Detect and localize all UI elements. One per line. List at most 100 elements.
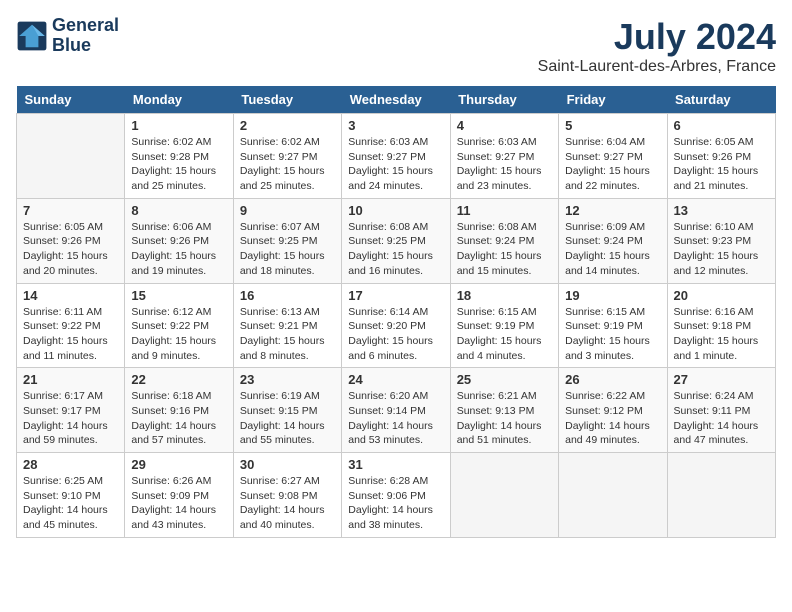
cell-content: Sunrise: 6:28 AM Sunset: 9:06 PM Dayligh… (348, 474, 443, 533)
calendar-table: SundayMondayTuesdayWednesdayThursdayFrid… (16, 86, 776, 538)
day-number: 8 (131, 203, 226, 218)
day-number: 27 (674, 372, 769, 387)
cell-content: Sunrise: 6:26 AM Sunset: 9:09 PM Dayligh… (131, 474, 226, 533)
calendar-cell (17, 114, 125, 199)
day-number: 18 (457, 288, 552, 303)
cell-content: Sunrise: 6:15 AM Sunset: 9:19 PM Dayligh… (565, 305, 660, 364)
calendar-week-row: 1Sunrise: 6:02 AM Sunset: 9:28 PM Daylig… (17, 114, 776, 199)
day-number: 3 (348, 118, 443, 133)
calendar-week-row: 28 Sunrise: 6:25 AM Sunset: 9:10 PM Dayli… (17, 453, 776, 538)
day-number: 23 (240, 372, 335, 387)
day-number: 26 (565, 372, 660, 387)
cell-content: Sunrise: 6:24 AM Sunset: 9:11 PM Dayligh… (674, 389, 769, 448)
subtitle: Saint-Laurent-des-Arbres, France (538, 58, 776, 76)
calendar-cell: 1Sunrise: 6:02 AM Sunset: 9:28 PM Daylig… (125, 114, 233, 199)
day-number: 10 (348, 203, 443, 218)
calendar-cell (667, 453, 775, 538)
calendar-cell: 22 Sunrise: 6:18 AM Sunset: 9:16 PM Dayli… (125, 368, 233, 453)
logo: General Blue (16, 16, 119, 56)
day-number: 7 (23, 203, 118, 218)
cell-content: Sunrise: 6:02 AM Sunset: 9:28 PM Dayligh… (131, 135, 226, 194)
cell-content: Sunrise: 6:05 AM Sunset: 9:26 PM Dayligh… (23, 220, 118, 279)
day-number: 12 (565, 203, 660, 218)
cell-content: Sunrise: 6:18 AM Sunset: 9:16 PM Dayligh… (131, 389, 226, 448)
day-number: 21 (23, 372, 118, 387)
cell-content: Sunrise: 6:17 AM Sunset: 9:17 PM Dayligh… (23, 389, 118, 448)
cell-content: Sunrise: 6:21 AM Sunset: 9:13 PM Dayligh… (457, 389, 552, 448)
calendar-cell: 26 Sunrise: 6:22 AM Sunset: 9:12 PM Dayli… (559, 368, 667, 453)
page-header: General Blue July 2024 Saint-Laurent-des… (16, 16, 776, 76)
cell-content: Sunrise: 6:10 AM Sunset: 9:23 PM Dayligh… (674, 220, 769, 279)
calendar-cell: 16 Sunrise: 6:13 AM Sunset: 9:21 PM Dayli… (233, 283, 341, 368)
cell-content: Sunrise: 6:08 AM Sunset: 9:25 PM Dayligh… (348, 220, 443, 279)
day-number: 6 (674, 118, 769, 133)
cell-content: Sunrise: 6:13 AM Sunset: 9:21 PM Dayligh… (240, 305, 335, 364)
header-wednesday: Wednesday (342, 86, 450, 114)
day-number: 2 (240, 118, 335, 133)
cell-content: Sunrise: 6:20 AM Sunset: 9:14 PM Dayligh… (348, 389, 443, 448)
main-title: July 2024 (538, 16, 776, 58)
calendar-cell: 2 Sunrise: 6:02 AM Sunset: 9:27 PM Daylig… (233, 114, 341, 199)
calendar-cell: 29Sunrise: 6:26 AM Sunset: 9:09 PM Dayli… (125, 453, 233, 538)
calendar-header-row: SundayMondayTuesdayWednesdayThursdayFrid… (17, 86, 776, 114)
calendar-cell: 7 Sunrise: 6:05 AM Sunset: 9:26 PM Daylig… (17, 198, 125, 283)
day-number: 28 (23, 457, 118, 472)
day-number: 13 (674, 203, 769, 218)
calendar-week-row: 7 Sunrise: 6:05 AM Sunset: 9:26 PM Daylig… (17, 198, 776, 283)
calendar-cell: 25 Sunrise: 6:21 AM Sunset: 9:13 PM Dayli… (450, 368, 558, 453)
calendar-cell: 18Sunrise: 6:15 AM Sunset: 9:19 PM Dayli… (450, 283, 558, 368)
calendar-cell: 6 Sunrise: 6:05 AM Sunset: 9:26 PM Daylig… (667, 114, 775, 199)
logo-text: General Blue (52, 16, 119, 56)
title-area: July 2024 Saint-Laurent-des-Arbres, Fran… (538, 16, 776, 76)
calendar-cell: 21 Sunrise: 6:17 AM Sunset: 9:17 PM Dayli… (17, 368, 125, 453)
cell-content: Sunrise: 6:27 AM Sunset: 9:08 PM Dayligh… (240, 474, 335, 533)
calendar-cell: 31Sunrise: 6:28 AM Sunset: 9:06 PM Dayli… (342, 453, 450, 538)
day-number: 5 (565, 118, 660, 133)
header-thursday: Thursday (450, 86, 558, 114)
day-number: 4 (457, 118, 552, 133)
day-number: 16 (240, 288, 335, 303)
day-number: 15 (131, 288, 226, 303)
cell-content: Sunrise: 6:03 AM Sunset: 9:27 PM Dayligh… (457, 135, 552, 194)
cell-content: Sunrise: 6:03 AM Sunset: 9:27 PM Dayligh… (348, 135, 443, 194)
header-saturday: Saturday (667, 86, 775, 114)
cell-content: Sunrise: 6:16 AM Sunset: 9:18 PM Dayligh… (674, 305, 769, 364)
day-number: 24 (348, 372, 443, 387)
cell-content: Sunrise: 6:02 AM Sunset: 9:27 PM Dayligh… (240, 135, 335, 194)
cell-content: Sunrise: 6:22 AM Sunset: 9:12 PM Dayligh… (565, 389, 660, 448)
cell-content: Sunrise: 6:07 AM Sunset: 9:25 PM Dayligh… (240, 220, 335, 279)
day-number: 20 (674, 288, 769, 303)
day-number: 19 (565, 288, 660, 303)
day-number: 25 (457, 372, 552, 387)
cell-content: Sunrise: 6:06 AM Sunset: 9:26 PM Dayligh… (131, 220, 226, 279)
calendar-cell: 27 Sunrise: 6:24 AM Sunset: 9:11 PM Dayli… (667, 368, 775, 453)
calendar-cell: 3 Sunrise: 6:03 AM Sunset: 9:27 PM Daylig… (342, 114, 450, 199)
calendar-cell: 14Sunrise: 6:11 AM Sunset: 9:22 PM Dayli… (17, 283, 125, 368)
calendar-cell: 9Sunrise: 6:07 AM Sunset: 9:25 PM Daylig… (233, 198, 341, 283)
calendar-cell: 30 Sunrise: 6:27 AM Sunset: 9:08 PM Dayli… (233, 453, 341, 538)
cell-content: Sunrise: 6:19 AM Sunset: 9:15 PM Dayligh… (240, 389, 335, 448)
cell-content: Sunrise: 6:08 AM Sunset: 9:24 PM Dayligh… (457, 220, 552, 279)
logo-icon (16, 20, 48, 52)
cell-content: Sunrise: 6:09 AM Sunset: 9:24 PM Dayligh… (565, 220, 660, 279)
day-number: 30 (240, 457, 335, 472)
calendar-week-row: 21 Sunrise: 6:17 AM Sunset: 9:17 PM Dayli… (17, 368, 776, 453)
calendar-cell (450, 453, 558, 538)
day-number: 22 (131, 372, 226, 387)
calendar-cell: 20 Sunrise: 6:16 AM Sunset: 9:18 PM Dayli… (667, 283, 775, 368)
calendar-cell: 24 Sunrise: 6:20 AM Sunset: 9:14 PM Dayli… (342, 368, 450, 453)
calendar-cell: 19 Sunrise: 6:15 AM Sunset: 9:19 PM Dayli… (559, 283, 667, 368)
calendar-cell: 17Sunrise: 6:14 AM Sunset: 9:20 PM Dayli… (342, 283, 450, 368)
cell-content: Sunrise: 6:25 AM Sunset: 9:10 PM Dayligh… (23, 474, 118, 533)
cell-content: Sunrise: 6:04 AM Sunset: 9:27 PM Dayligh… (565, 135, 660, 194)
header-friday: Friday (559, 86, 667, 114)
calendar-cell: 4 Sunrise: 6:03 AM Sunset: 9:27 PM Daylig… (450, 114, 558, 199)
calendar-cell: 28 Sunrise: 6:25 AM Sunset: 9:10 PM Dayli… (17, 453, 125, 538)
header-sunday: Sunday (17, 86, 125, 114)
cell-content: Sunrise: 6:05 AM Sunset: 9:26 PM Dayligh… (674, 135, 769, 194)
day-number: 11 (457, 203, 552, 218)
cell-content: Sunrise: 6:14 AM Sunset: 9:20 PM Dayligh… (348, 305, 443, 364)
calendar-cell: 13 Sunrise: 6:10 AM Sunset: 9:23 PM Dayli… (667, 198, 775, 283)
calendar-cell: 23 Sunrise: 6:19 AM Sunset: 9:15 PM Dayli… (233, 368, 341, 453)
calendar-cell: 5 Sunrise: 6:04 AM Sunset: 9:27 PM Daylig… (559, 114, 667, 199)
